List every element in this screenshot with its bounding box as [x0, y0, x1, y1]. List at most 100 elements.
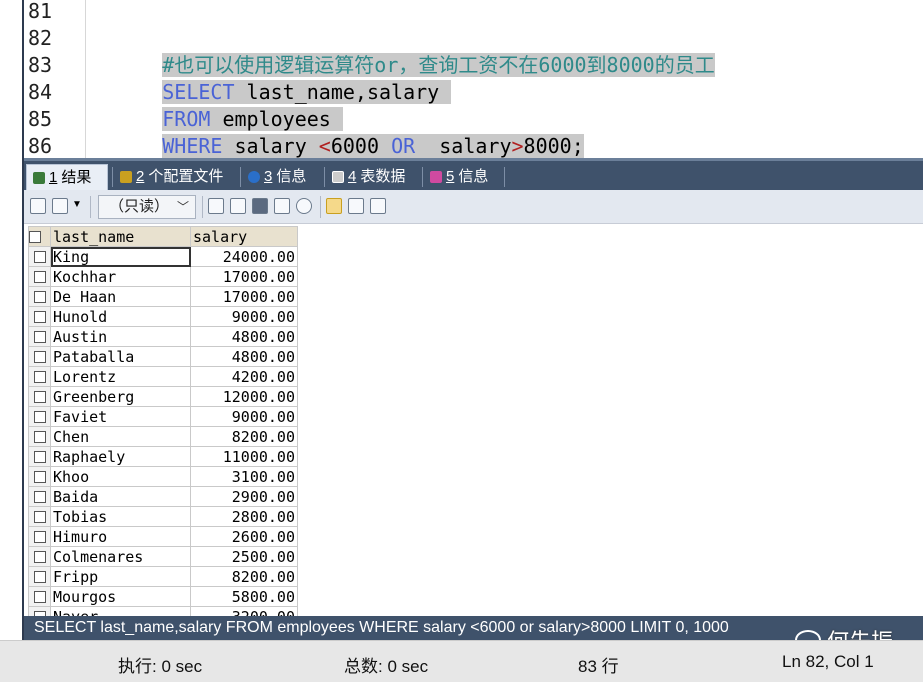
- table-row[interactable]: Mourgos 5800.00: [28, 586, 298, 607]
- cell-salary[interactable]: 4200.00: [190, 366, 298, 387]
- cell-salary[interactable]: 4800.00: [190, 326, 298, 347]
- cell-last-name[interactable]: Lorentz: [50, 366, 191, 387]
- cell-last-name[interactable]: De Haan: [50, 286, 191, 307]
- save-icon[interactable]: [252, 198, 268, 214]
- cell-salary[interactable]: 2500.00: [190, 546, 298, 567]
- cell-last-name[interactable]: Chen: [50, 426, 191, 447]
- sql-editor[interactable]: 81 82 83 84 85 86 #也可以使用逻辑运算符or，查询工资不在60…: [24, 0, 923, 158]
- cell-last-name[interactable]: Baida: [50, 486, 191, 507]
- cell-salary[interactable]: 8200.00: [190, 426, 298, 447]
- code-line-where[interactable]: WHERE salary <6000 OR salary>8000;: [90, 106, 584, 158]
- cell-salary[interactable]: 17000.00: [190, 266, 298, 287]
- cell-last-name[interactable]: Colmenares: [50, 546, 191, 567]
- cell-last-name[interactable]: Khoo: [50, 466, 191, 487]
- table-row[interactable]: Khoo 3100.00: [28, 466, 298, 487]
- row-checkbox[interactable]: [28, 426, 51, 447]
- tab-info[interactable]: 5 信息: [424, 164, 494, 190]
- cell-salary[interactable]: 3100.00: [190, 466, 298, 487]
- table-row[interactable]: Kochhar 17000.00: [28, 266, 298, 287]
- cell-salary[interactable]: 24000.00: [190, 246, 298, 267]
- add-row-icon[interactable]: [208, 198, 224, 214]
- cell-salary[interactable]: 11000.00: [190, 446, 298, 467]
- table-row[interactable]: Colmenares 2500.00: [28, 546, 298, 567]
- row-checkbox[interactable]: [28, 526, 51, 547]
- table-row[interactable]: Pataballa 4800.00: [28, 346, 298, 367]
- row-checkbox[interactable]: [28, 246, 51, 267]
- row-checkbox[interactable]: [28, 606, 51, 616]
- table-row[interactable]: Himuro 2600.00: [28, 526, 298, 547]
- row-checkbox[interactable]: [28, 386, 51, 407]
- tab-results[interactable]: 1 结果: [26, 164, 108, 190]
- column-header-salary[interactable]: salary: [190, 226, 298, 247]
- row-checkbox[interactable]: [28, 446, 51, 467]
- tab-messages[interactable]: 3 信息: [242, 164, 312, 190]
- table-row[interactable]: Baida 2900.00: [28, 486, 298, 507]
- cell-last-name[interactable]: Mourgos: [50, 586, 191, 607]
- cell-last-name[interactable]: Nayer: [50, 606, 191, 616]
- row-checkbox[interactable]: [28, 546, 51, 567]
- cell-salary[interactable]: 17000.00: [190, 286, 298, 307]
- cell-salary[interactable]: 2600.00: [190, 526, 298, 547]
- table-row[interactable]: Greenberg 12000.00: [28, 386, 298, 407]
- cell-salary[interactable]: 8200.00: [190, 566, 298, 587]
- table-row[interactable]: De Haan 17000.00: [28, 286, 298, 307]
- table-row[interactable]: Tobias 2800.00: [28, 506, 298, 527]
- cell-last-name[interactable]: Fripp: [50, 566, 191, 587]
- table-row[interactable]: Hunold 9000.00: [28, 306, 298, 327]
- row-checkbox[interactable]: [28, 306, 51, 327]
- cell-salary[interactable]: 9000.00: [190, 406, 298, 427]
- cell-salary[interactable]: 5800.00: [190, 586, 298, 607]
- table-row[interactable]: Chen 8200.00: [28, 426, 298, 447]
- column-header-last-name[interactable]: last_name: [50, 226, 191, 247]
- read-only-mode-select[interactable]: （只读） ﹀: [98, 195, 196, 219]
- row-checkbox[interactable]: [28, 486, 51, 507]
- code-line-from[interactable]: FROM employees: [90, 79, 343, 131]
- code-line-select[interactable]: SELECT last_name,salary: [90, 52, 452, 104]
- cell-last-name[interactable]: Faviet: [50, 406, 191, 427]
- code-line-comment[interactable]: #也可以使用逻辑运算符or，查询工资不在6000到8000的员工: [90, 25, 715, 77]
- cell-last-name[interactable]: Tobias: [50, 506, 191, 527]
- row-checkbox[interactable]: [28, 366, 51, 387]
- select-all-checkbox[interactable]: [28, 226, 51, 247]
- delete-icon[interactable]: [274, 198, 290, 214]
- row-checkbox[interactable]: [28, 466, 51, 487]
- cell-salary[interactable]: 3200.00: [190, 606, 298, 616]
- table-row[interactable]: Faviet 9000.00: [28, 406, 298, 427]
- duplicate-row-icon[interactable]: [230, 198, 246, 214]
- table-row[interactable]: Nayer3200.00: [28, 606, 298, 616]
- table-row[interactable]: Raphaely 11000.00: [28, 446, 298, 467]
- cell-salary[interactable]: 4800.00: [190, 346, 298, 367]
- row-checkbox[interactable]: [28, 506, 51, 527]
- table-row[interactable]: Lorentz 4200.00: [28, 366, 298, 387]
- cell-last-name[interactable]: Kochhar: [50, 266, 191, 287]
- cell-salary[interactable]: 12000.00: [190, 386, 298, 407]
- cell-last-name[interactable]: King: [50, 246, 191, 267]
- cell-salary[interactable]: 2900.00: [190, 486, 298, 507]
- import-icon[interactable]: [52, 198, 68, 214]
- cell-salary[interactable]: 9000.00: [190, 306, 298, 327]
- row-checkbox[interactable]: [28, 286, 51, 307]
- cell-last-name[interactable]: Austin: [50, 326, 191, 347]
- row-checkbox[interactable]: [28, 586, 51, 607]
- grid-view-icon[interactable]: [326, 198, 342, 214]
- table-row[interactable]: King 24000.00: [28, 246, 298, 267]
- cell-salary[interactable]: 2800.00: [190, 506, 298, 527]
- cancel-icon[interactable]: [296, 198, 312, 214]
- row-checkbox[interactable]: [28, 346, 51, 367]
- row-checkbox[interactable]: [28, 566, 51, 587]
- results-grid[interactable]: last_name salary King 24000.00 Kochhar 1700…: [24, 224, 923, 616]
- cell-last-name[interactable]: Himuro: [50, 526, 191, 547]
- tab-profile[interactable]: 2 个配置文件: [114, 164, 229, 190]
- export-icon[interactable]: [30, 198, 46, 214]
- table-row[interactable]: Fripp 8200.00: [28, 566, 298, 587]
- cell-last-name[interactable]: Greenberg: [50, 386, 191, 407]
- row-checkbox[interactable]: [28, 406, 51, 427]
- cell-last-name[interactable]: Pataballa: [50, 346, 191, 367]
- cell-last-name[interactable]: Raphaely: [50, 446, 191, 467]
- row-checkbox[interactable]: [28, 326, 51, 347]
- chevron-down-icon[interactable]: ▼: [72, 199, 82, 210]
- table-row[interactable]: Austin 4800.00: [28, 326, 298, 347]
- text-view-icon[interactable]: [370, 198, 386, 214]
- row-checkbox[interactable]: [28, 266, 51, 287]
- form-view-icon[interactable]: [348, 198, 364, 214]
